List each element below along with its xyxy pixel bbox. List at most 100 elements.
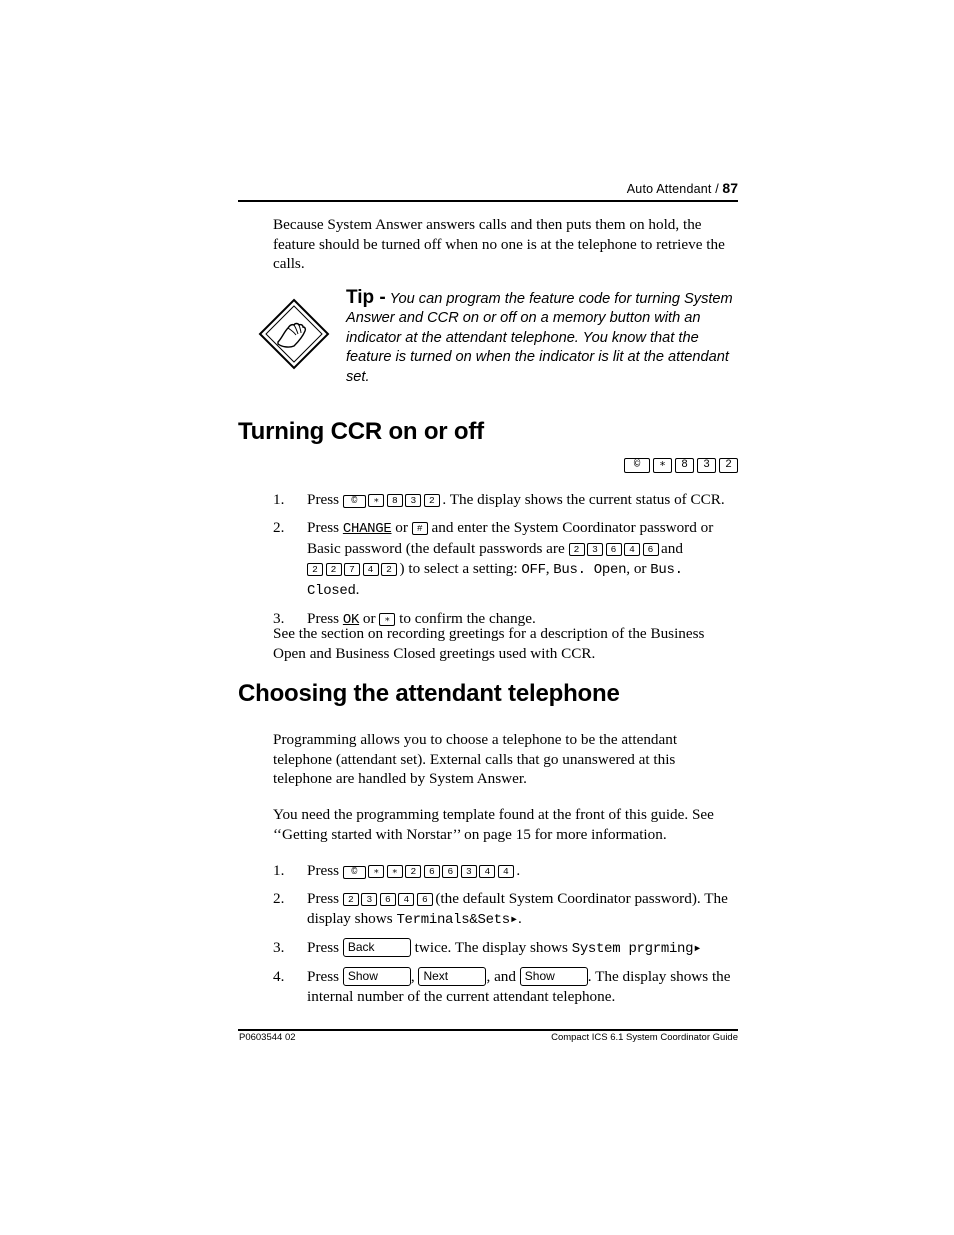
list-item: 4. Press Show, Next, and Show. The displ… xyxy=(273,967,743,1007)
intro-paragraph: Because System Answer answers calls and … xyxy=(273,216,725,272)
list-item: 2. Press CHANGE or # and enter the Syste… xyxy=(273,519,714,599)
key-3: 3 xyxy=(460,864,477,878)
softkey-next[interactable]: Next xyxy=(418,967,487,986)
footer-guide-title: Compact ICS 6.1 System Coordinator Guide xyxy=(551,1032,738,1043)
page-header: Auto Attendant / 87 xyxy=(238,180,738,196)
step-press-label: Press xyxy=(307,939,340,956)
step-tail: . xyxy=(516,862,521,879)
display-system-prgrming: System prgrming▸ xyxy=(571,941,702,957)
step-press-label: Press xyxy=(307,968,340,985)
display-option-off: OFF xyxy=(521,562,546,578)
tip-hand-pointing-icon xyxy=(258,298,330,370)
footer-doc-number: P0603544 02 xyxy=(239,1032,296,1043)
step-sep-2: , and xyxy=(486,968,516,985)
key-2: 2 xyxy=(342,892,359,906)
softkey-show-2[interactable]: Show xyxy=(519,967,588,986)
step-number: 2. xyxy=(273,890,285,907)
password-keys: 23646 xyxy=(342,890,436,907)
attendant-paragraph-1: Programming allows you to choose a telep… xyxy=(273,731,678,787)
key-6: 6 xyxy=(442,864,459,878)
step-number: 1. xyxy=(273,491,285,508)
step-number: 2. xyxy=(273,519,285,536)
key-2: 2 xyxy=(325,562,342,576)
password-2-keys: 22742 xyxy=(307,560,400,577)
header-rule xyxy=(238,200,738,202)
display-terminals-and-sets: Terminals&Sets▸ xyxy=(396,912,519,928)
softkey-back[interactable]: Back xyxy=(342,938,411,957)
key-6: 6 xyxy=(423,864,440,878)
key-2: 2 xyxy=(568,542,585,556)
tip-body: You can program the feature code for tur… xyxy=(346,291,733,385)
key-star: ∗ xyxy=(653,457,672,473)
softkey-show-1[interactable]: Show xyxy=(342,967,411,986)
key-2: 2 xyxy=(381,562,397,576)
key-2: 2 xyxy=(423,493,440,507)
step-number: 4. xyxy=(273,968,285,985)
key-4: 4 xyxy=(398,892,415,906)
ccr-note-block: See the section on recording greetings f… xyxy=(273,624,738,663)
list-item: 2. Press 2 3 6 4 6 (the default System Coordi… xyxy=(273,889,743,930)
key-star: ∗ xyxy=(368,864,385,878)
attendant-paragraph-2: You need the programming template found … xyxy=(273,806,714,843)
header-page-number: 87 xyxy=(722,180,738,196)
ccr-feature-code-strip: © ∗ 8 3 2 xyxy=(238,456,738,474)
key-7: 7 xyxy=(344,562,360,576)
step-number: 1. xyxy=(273,862,285,879)
key-sequence: © ∗ 8 3 2 xyxy=(342,491,443,508)
key-2: 2 xyxy=(719,457,738,473)
key-3: 3 xyxy=(697,457,716,473)
attendant-steps-list: 1. Press © ∗ ∗ 2 6 6 3 4 4. 2. Press 2 3 6 4 6 (the d… xyxy=(273,861,743,1015)
key-3: 3 xyxy=(405,493,422,507)
key-2: 2 xyxy=(405,864,422,878)
intro-block: Because System Answer answers calls and … xyxy=(273,215,738,274)
step-press-label: Press xyxy=(307,862,340,879)
key-8: 8 xyxy=(386,493,403,507)
heading-choosing-attendant-telephone: Choosing the attendant telephone xyxy=(238,680,620,707)
ccr-steps-list: 1. Press © ∗ 8 3 2. The display shows the cu… xyxy=(273,490,743,638)
key-3: 3 xyxy=(587,542,603,556)
tip-text-wrap: Tip - You can program the feature code f… xyxy=(346,288,740,387)
key-sequence: © ∗ ∗ 2 6 6 3 4 4 xyxy=(342,862,517,879)
key-star: ∗ xyxy=(368,493,385,507)
step-end: . xyxy=(355,581,360,598)
step-tail: . xyxy=(518,910,522,927)
key-hash: # xyxy=(411,521,428,535)
step-or: or xyxy=(395,519,408,536)
footer-rule xyxy=(238,1029,738,1031)
step-press-label: Press xyxy=(307,491,340,508)
heading-turning-ccr: Turning CCR on or off xyxy=(238,418,484,445)
key-6: 6 xyxy=(642,542,659,556)
step-tail: ) to select a setting: xyxy=(399,560,518,577)
key-4: 4 xyxy=(362,562,379,576)
step-tail: . The display shows the current status o… xyxy=(442,491,725,508)
key-6: 6 xyxy=(605,542,622,556)
tip-label: Tip - xyxy=(346,287,386,308)
key-6: 6 xyxy=(416,892,433,906)
key-2: 2 xyxy=(307,562,323,576)
step-press-label: Press xyxy=(307,890,340,907)
softkey-change-label: CHANGE xyxy=(342,521,392,537)
key-feature: © xyxy=(342,494,366,508)
key-8: 8 xyxy=(675,457,694,473)
list-item: 1. Press © ∗ ∗ 2 6 6 3 4 4. xyxy=(273,861,743,881)
display-option-bus-open: Bus. Open xyxy=(553,562,627,578)
key-3: 3 xyxy=(361,892,378,906)
ccr-note-paragraph: See the section on recording greetings f… xyxy=(273,625,705,662)
key-feature: © xyxy=(342,865,366,879)
key-4: 4 xyxy=(624,542,640,556)
key-4: 4 xyxy=(479,864,496,878)
step-mid: twice. The display shows xyxy=(414,939,568,956)
password-1-keys: 23646 xyxy=(568,540,662,557)
step-sep-1: , xyxy=(410,968,415,985)
step-and: and xyxy=(661,540,683,557)
attendant-paragraph-1-block: Programming allows you to choose a telep… xyxy=(273,730,738,789)
step-press-label: Press xyxy=(307,519,340,536)
list-item: 1. Press © ∗ 8 3 2. The display shows the cu… xyxy=(273,490,743,510)
document-page: Auto Attendant / 87 Because System Answe… xyxy=(0,0,954,1235)
key-4: 4 xyxy=(497,864,514,878)
list-item: 3. Press Back twice. The display shows S… xyxy=(273,938,743,959)
key-6: 6 xyxy=(379,892,396,906)
header-title: Auto Attendant / xyxy=(626,182,719,196)
key-feature: © xyxy=(624,457,650,473)
attendant-paragraph-2-block: You need the programming template found … xyxy=(273,805,738,844)
